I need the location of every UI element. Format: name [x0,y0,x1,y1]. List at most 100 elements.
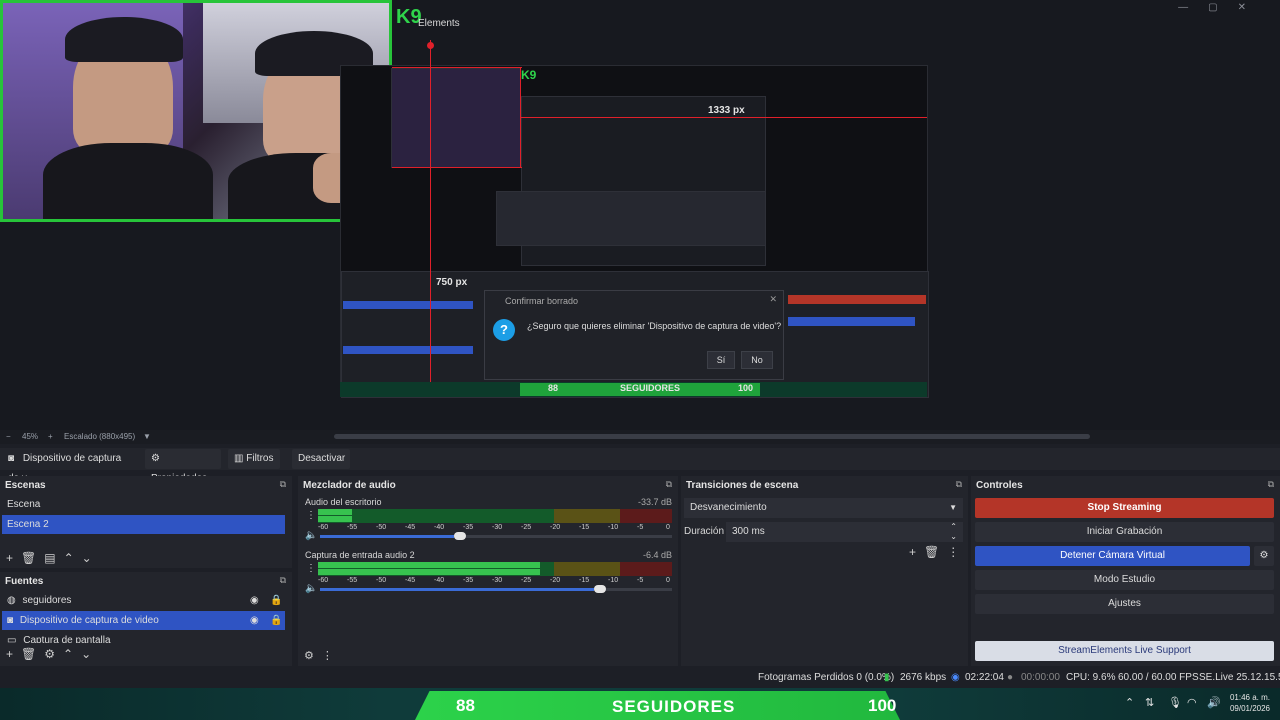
add-icon[interactable]: + [909,545,916,559]
kebab-menu-icon[interactable]: ⋮ [322,650,333,662]
monitor-icon: ▭ [7,635,17,643]
start-recording-button[interactable]: Iniciar Grabación [975,522,1274,542]
volume-knob[interactable] [594,585,606,593]
cpu-usage: CPU: 9.6% [1066,672,1116,683]
minimize-icon[interactable]: — [1178,2,1208,13]
tick-label: 0 [666,577,670,584]
source-item-seguidores[interactable]: ◍ seguidores ◉ 🔒 [2,591,285,610]
settings-button[interactable]: Ajustes [975,594,1274,614]
tick-label: -50 [376,577,387,584]
nested-scene-selected [343,301,473,309]
tray-chevron-up-icon[interactable]: ⌃ [1125,696,1134,709]
move-down-icon[interactable]: ⌄ [81,647,91,661]
taskbar-clock[interactable]: 01:46 a. m. 09/01/2026 [1222,692,1270,714]
scene-item-escena-2[interactable]: Escena 2 [2,515,285,534]
trash-icon[interactable]: 🗑 [21,647,36,661]
tick-label: -25 [521,577,532,584]
zoom-in-icon[interactable]: + [48,432,53,441]
microphone-icon[interactable]: 🎙 [1168,696,1182,709]
spin-down-icon[interactable]: ⌄ [950,527,957,547]
undock-icon[interactable]: ⧉ [1268,479,1274,490]
taskbar-date: 09/01/2026 [1229,704,1270,713]
kebab-menu-icon[interactable]: ⋮ [947,545,959,559]
tick-label: -15 [579,577,590,584]
channel-db: -33.7 dB [637,497,672,507]
source-item-screen-capture[interactable]: ▭ Captura de pantalla [2,631,285,643]
guide-bottom [392,167,522,168]
stop-streaming-button[interactable]: Stop Streaming [975,498,1274,518]
lock-icon[interactable]: 🔒 [270,611,282,630]
mixer-toolbar: ⚙ ⋮ [304,649,341,662]
virtual-camera-settings-button[interactable]: ⚙ [1254,546,1274,566]
maximize-icon[interactable]: ▢ [1208,2,1237,13]
lock-icon[interactable]: 🔒 [270,591,282,610]
sources-header: Fuentes ⧉ [0,572,292,590]
transition-select[interactable]: Desvanecimiento ▼ [684,498,963,518]
volume-slider-desktop[interactable] [320,532,672,540]
live-support-button[interactable]: StreamElements Live Support [975,641,1274,661]
nested-followers-banner: 88 SEGUIDORES 100 [340,382,927,397]
close-icon[interactable]: ✕ [1238,2,1266,13]
tick-label: -60 [318,524,329,531]
source-item-capture-device[interactable]: ◙ Dispositivo de captura de video ◉ 🔒 [2,611,285,630]
speaker-icon[interactable]: 🔈 [305,583,317,594]
source-label: seguidores [22,595,72,606]
move-down-icon[interactable]: ⌄ [82,551,92,565]
sources-title: Fuentes [5,576,44,587]
add-icon[interactable]: + [6,647,13,661]
volume-icon[interactable]: 🔊 [1207,696,1221,709]
undock-icon[interactable]: ⧉ [280,575,286,586]
trash-icon[interactable]: 🗑 [924,545,939,559]
kebab-menu-icon[interactable]: ⋮ [306,510,316,521]
eye-icon[interactable]: ◉ [250,611,259,630]
trash-icon[interactable]: 🗑 [21,551,36,565]
horizontal-scrollbar[interactable] [334,434,1090,439]
volume-slider-input[interactable] [320,585,672,593]
guide-handle[interactable] [427,42,434,49]
scene-item-escena[interactable]: Escena [2,495,285,514]
followers-overlay: 88 SEGUIDORES 100 ⌃ ⇅ 🎙 ◠ 🔊 01:46 a. m. … [0,688,1280,720]
tick-label: -35 [463,524,474,531]
add-icon[interactable]: + [6,551,13,565]
gear-icon[interactable]: ⚙ [44,647,55,661]
advanced-audio-icon[interactable]: ⚙ [304,650,314,662]
record-icon: ● [1007,672,1014,683]
move-up-icon[interactable]: ⌃ [64,551,74,565]
transitions-toolbar: + 🗑 ⋮ [909,545,967,559]
audio-mixer-dock: Mezclador de audio ⧉ Audio del escritori… [298,476,678,666]
move-up-icon[interactable]: ⌃ [63,647,73,661]
tick-label: -55 [347,577,358,584]
properties-button[interactable]: ⚙ Propiedades [145,449,221,484]
channel-name: Captura de entrada audio 2 [305,550,415,560]
stop-virtual-camera-button[interactable]: Detener Cámara Virtual [975,546,1250,566]
studio-mode-button[interactable]: Modo Estudio [975,570,1274,590]
scale-dropdown-icon[interactable]: ▼ [143,432,151,441]
tick-label: -5 [637,524,644,531]
dialog-close-icon: ✕ [769,294,777,304]
preview-area[interactable]: K9 Elements —▢✕ K9 1333 px 750 px Confir… [0,0,1280,430]
scenes-toolbar: + 🗑 ▤ ⌃ ⌄ [6,551,100,565]
window-controls[interactable]: —▢✕ [1178,2,1266,13]
filters-button[interactable]: ▥ Filtros [228,449,280,469]
filter-icon[interactable]: ▤ [44,551,55,565]
audio-meter-desktop [318,509,672,523]
followers-goal: 100 [868,696,897,715]
speaker-icon[interactable]: 🔈 [305,530,317,541]
duration-input[interactable]: 300 ms ⌃ ⌄ [726,522,963,542]
undock-icon[interactable]: ⧉ [666,479,672,490]
wifi-icon[interactable]: ◠ [1187,696,1197,709]
volume-knob[interactable] [454,532,466,540]
filters-label: Filtros [246,453,274,464]
measure-vertical: 750 px [436,277,468,288]
sources-dock: Fuentes ⧉ ◍ seguidores ◉ 🔒 ◙ Dispositivo… [0,572,292,666]
zoom-out-icon[interactable]: − [6,432,11,441]
measure-horizontal: 1333 px [708,105,745,116]
network-icon[interactable]: ⇅ [1145,696,1154,709]
undock-icon[interactable]: ⧉ [280,479,286,490]
eye-icon[interactable]: ◉ [250,591,259,610]
tick-label: 0 [666,524,670,531]
kebab-menu-icon[interactable]: ⋮ [306,563,316,574]
duration-value: 300 ms [732,526,765,537]
deactivate-button[interactable]: Desactivar [292,449,350,469]
undock-icon[interactable]: ⧉ [956,479,962,490]
